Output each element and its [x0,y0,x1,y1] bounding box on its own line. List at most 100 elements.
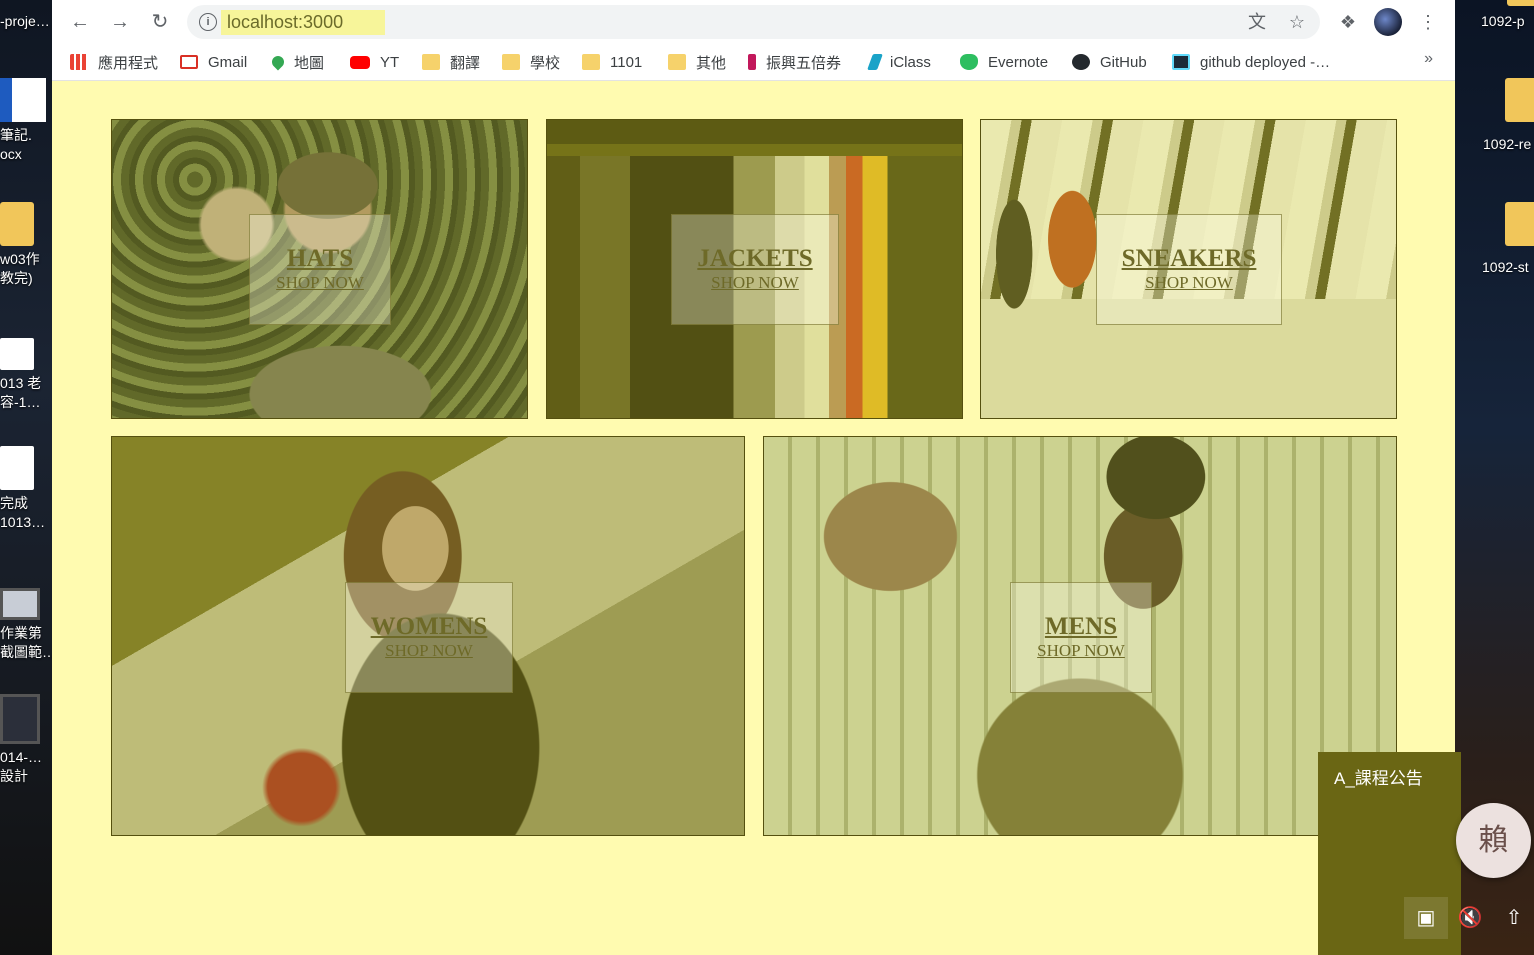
bookmark-gmail[interactable]: Gmail [180,52,247,72]
hats-shop-now-link[interactable]: SHOP NOW [250,273,390,293]
bookmark-evernote[interactable]: Evernote [960,52,1048,72]
bookmarks-overflow-chevron-icon[interactable]: » [1424,50,1433,68]
bookmark-label: Gmail [208,53,248,71]
womens-title[interactable]: WOMENS [346,613,512,641]
desktop-icon-label: 作業第 [0,625,42,641]
desktop-icon-label-1092p: 1092-p [1481,12,1525,31]
bookmark-folder-other[interactable]: 其他 [668,52,726,72]
browser-window: ← → ↻ i localhost:3000 文 ☆ ❖ ⋮ 應用程式 Gmai… [52,0,1455,955]
desktop-icon-label: 1013… [0,514,46,530]
word-document-icon [0,78,46,122]
iclass-icon [867,54,883,70]
desktop-icon-folder-1092st[interactable] [1505,202,1534,250]
desktop-icon-folder[interactable]: w03作 教完) [0,202,40,288]
bookmark-maps[interactable]: 地圖 [269,52,324,72]
bookmarks-bar: 應用程式 Gmail 地圖 YT 翻譯 學校 1101 其他 振興五倍券 iCl… [52,44,1455,81]
desktop-icon-video[interactable]: 013 老 容-1… [0,338,41,412]
bookmark-folder-1101[interactable]: 1101 [582,52,642,72]
reload-icon[interactable]: ↻ [146,8,174,36]
bookmark-label: iClass [890,53,931,71]
bookmark-voucher[interactable]: 振興五倍券 [748,52,841,72]
bookmark-folder-school[interactable]: 學校 [502,52,560,72]
bookmark-iclass[interactable]: iClass [867,52,931,72]
bookmark-label: 學校 [530,54,561,72]
desktop-icon-label: 014-… [0,749,43,765]
menu-item-hats[interactable]: HATS SHOP NOW [111,119,528,419]
mute-speaker-icon[interactable]: 🔇 [1448,897,1492,939]
sneakers-content-box[interactable]: SNEAKERS SHOP NOW [1096,214,1282,325]
bookmark-youtube[interactable]: YT [350,52,399,72]
back-arrow-icon[interactable]: ← [66,8,94,36]
desktop-icon-label: 筆記. [0,127,32,143]
jackets-content-box[interactable]: JACKETS SHOP NOW [671,214,839,325]
desktop-icon-label: 完成 [0,495,28,511]
translate-icon[interactable]: 文 [1246,11,1268,33]
desktop-icon-label: 教完) [0,270,33,286]
bookmark-star-icon[interactable]: ☆ [1286,11,1308,33]
menu-item-mens[interactable]: MENS SHOP NOW [763,436,1397,836]
mens-title[interactable]: MENS [1011,613,1151,641]
extensions-puzzle-icon[interactable]: ❖ [1334,8,1362,36]
camera-off-icon[interactable]: ▣ [1404,897,1448,939]
sneakers-shop-now-link[interactable]: SHOP NOW [1097,273,1281,293]
apps-grid-icon [70,54,88,70]
site-info-icon[interactable]: i [199,13,217,31]
mens-content-box[interactable]: MENS SHOP NOW [1010,582,1152,693]
desktop-icon-screenshot[interactable]: 作業第 截圖範… [0,588,52,662]
bookmark-label: 翻譯 [450,54,481,72]
url-text[interactable]: localhost:3000 [221,10,385,35]
jackets-title[interactable]: JACKETS [672,245,838,273]
bookmark-github-deployed[interactable]: github deployed -… [1172,52,1330,72]
desktop-icon-label: ocx [0,146,22,162]
bookmark-label: 1101 [610,53,643,71]
user-avatar-bubble[interactable]: 賴 [1456,803,1531,878]
menu-item-sneakers[interactable]: SNEAKERS SHOP NOW [980,119,1397,419]
bookmark-apps[interactable]: 應用程式 [70,52,158,72]
desktop-icon-design[interactable]: 014-… 設計 [0,694,42,786]
womens-content-box[interactable]: WOMENS SHOP NOW [345,582,513,693]
bookmark-label: GitHub [1100,53,1147,71]
text-file-icon [0,446,34,490]
desktop-icon-folder-1092p[interactable] [1507,0,1534,10]
desktop-icon-label: 容-1… [0,394,41,410]
womens-shop-now-link[interactable]: SHOP NOW [346,641,512,661]
desktop-icon-label: 1092-re [1483,136,1532,152]
desktop-icon-text-file[interactable]: 完成 1013… [0,446,45,532]
browser-toolbar: ← → ↻ i localhost:3000 文 ☆ ❖ ⋮ [52,0,1455,44]
jackets-shop-now-link[interactable]: SHOP NOW [672,273,838,293]
desktop-left-strip: -proje… 筆記. ocx w03作 教完) 013 老 容-1… 完成 1… [0,0,52,955]
menu-kebab-icon[interactable]: ⋮ [1414,8,1442,36]
menu-item-womens[interactable]: WOMENS SHOP NOW [111,436,745,836]
menu-item-jackets[interactable]: JACKETS SHOP NOW [546,119,963,419]
bookmark-github[interactable]: GitHub [1072,52,1147,72]
forward-arrow-icon[interactable]: → [106,8,134,36]
desktop-icon-label: 1092-p [1481,13,1525,29]
desktop-icon-project[interactable]: -proje… [0,12,50,31]
desktop-icon-label: 截圖範… [0,644,52,660]
hats-content-box[interactable]: HATS SHOP NOW [249,214,391,325]
desktop-icon-label: 013 老 [0,375,42,391]
bookmark-folder-translate[interactable]: 翻譯 [422,52,480,72]
desktop-icon-word-doc[interactable]: 筆記. ocx [0,78,46,164]
sneakers-title[interactable]: SNEAKERS [1097,245,1281,273]
mens-shop-now-link[interactable]: SHOP NOW [1011,641,1151,661]
address-bar[interactable]: i localhost:3000 文 ☆ [187,5,1320,39]
desktop-icon-folder-1092re[interactable] [1505,78,1534,126]
bookmark-label: 其他 [696,54,727,72]
share-screen-icon[interactable]: ⇧ [1492,897,1534,939]
bookmark-label: Evernote [988,53,1049,71]
hats-title[interactable]: HATS [250,245,390,273]
desktop-icon-label-1092st: 1092-st [1482,258,1529,277]
maps-pin-icon [269,53,287,71]
directory-page: HATS SHOP NOW JACKETS SHOP NOW SNEAKERS … [52,81,1455,955]
desktop-icon-label: w03作 [0,251,40,267]
profile-avatar[interactable] [1374,8,1402,36]
folder-icon [502,54,520,70]
bookmark-label: github deployed -… [1200,53,1331,71]
folder-icon [582,54,600,70]
folder-icon [1505,202,1534,246]
folder-icon [1507,0,1534,6]
folder-icon [0,202,34,246]
folder-icon [668,54,686,70]
folder-icon [1505,78,1534,122]
